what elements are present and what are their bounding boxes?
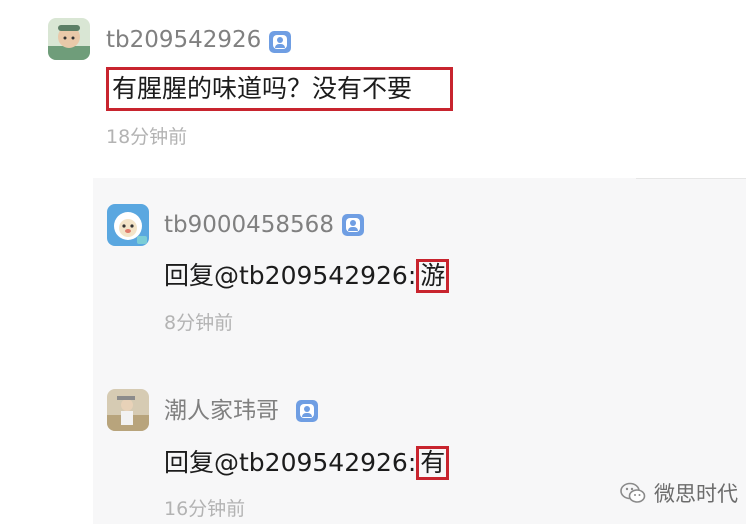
reply-timestamp: 16分钟前 [164, 498, 246, 520]
verified-user-icon [342, 214, 364, 236]
reply-prefix: 回复@tb209542926: [164, 261, 417, 290]
username[interactable]: tb9000458568 [164, 211, 334, 239]
username[interactable]: 潮人家玮哥 [164, 397, 279, 425]
avatar[interactable] [107, 204, 149, 246]
comment-text: 有腥腥的味道吗？没有不要 [112, 74, 413, 103]
divider [636, 178, 746, 179]
watermark-text: 微思时代 [654, 482, 738, 506]
wechat-icon [620, 481, 646, 505]
reply-text: 回复@tb209542926: 有 [164, 446, 450, 480]
highlighted-text: 游 [416, 259, 450, 293]
username[interactable]: tb209542926 [106, 26, 261, 54]
avatar[interactable] [107, 389, 149, 431]
watermark: 微思时代 [620, 478, 738, 508]
verified-user-icon [269, 31, 291, 53]
highlighted-text: 有 [416, 446, 450, 480]
verified-user-icon [296, 400, 318, 422]
reply-timestamp: 8分钟前 [164, 312, 234, 334]
comment-timestamp: 18分钟前 [106, 126, 188, 148]
avatar[interactable] [48, 18, 90, 60]
reply-prefix: 回复@tb209542926: [164, 448, 417, 477]
reply-text: 回复@tb209542926: 游 [164, 259, 450, 293]
